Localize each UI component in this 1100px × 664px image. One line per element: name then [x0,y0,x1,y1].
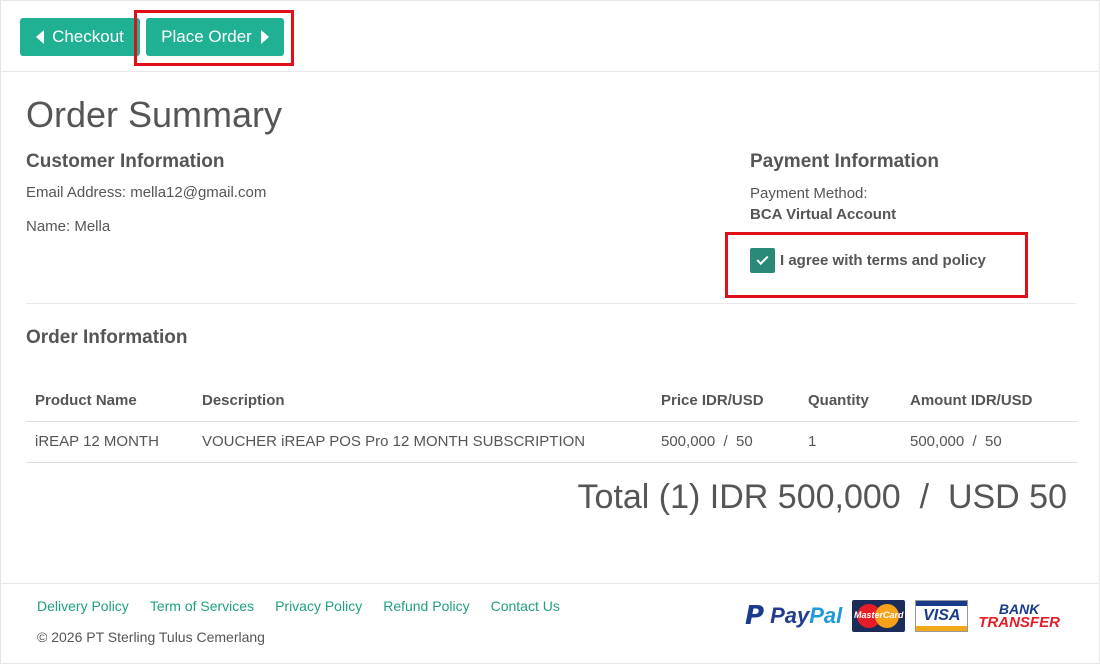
column-header-product-name: Product Name [26,380,193,422]
paypal-pal-text: Pal [809,603,843,628]
checkout-button-label: Checkout [52,27,124,46]
column-header-price: Price IDR/USD [652,380,799,422]
column-header-amount: Amount IDR/USD [901,380,1077,422]
order-info-heading: Order Information [26,327,188,348]
footer-link-delivery-policy[interactable]: Delivery Policy [37,598,129,614]
visa-logo: VISA [915,600,969,632]
column-header-description: Description [193,380,652,422]
footer: Delivery Policy Term of Services Privacy… [0,583,1100,664]
page-title: Order Summary [26,94,283,135]
column-header-quantity: Quantity [799,380,901,422]
section-divider [26,303,1076,304]
payment-logos: P PayPal MasterCard VISA BANK TRANSFER [745,600,1060,632]
footer-link-refund-policy[interactable]: Refund Policy [383,598,469,614]
payment-method-value: BCA Virtual Account [750,206,897,223]
mastercard-text: MasterCard [853,610,904,620]
caret-left-icon [36,30,45,44]
table-header-row: Product Name Description Price IDR/USD Q… [26,380,1077,422]
footer-links: Delivery Policy Term of Services Privacy… [37,598,581,614]
paypal-logo: P PayPal [745,601,842,631]
footer-link-contact-us[interactable]: Contact Us [491,598,560,614]
paypal-icon: P [745,601,765,631]
customer-email: Email Address: mella12@gmail.com [26,184,267,201]
order-total: Total (1) IDR 500,000 / USD 50 [577,478,1067,516]
customer-name: Name: Mella [26,218,111,235]
payment-method-label: Payment Method: [750,185,868,202]
cell-description: VOUCHER iREAP POS Pro 12 MONTH SUBSCRIPT… [193,421,652,463]
table-row: iREAP 12 MONTH VOUCHER iREAP POS Pro 12 … [26,421,1077,463]
top-toolbar: Checkout Place Order [0,0,1100,72]
place-order-highlight-box [134,10,294,66]
footer-link-term-of-services[interactable]: Term of Services [150,598,254,614]
cell-price: 500,000 / 50 [652,421,799,463]
cell-product-name: iREAP 12 MONTH [26,421,193,463]
bank-transfer-logo: BANK TRANSFER [978,602,1060,630]
paypal-pay-text: Pay [770,603,810,628]
customer-info-heading: Customer Information [26,151,225,172]
bank-transfer-line2: TRANSFER [978,614,1060,631]
payment-info-heading: Payment Information [750,151,939,172]
cell-amount: 500,000 / 50 [901,421,1077,463]
cell-quantity: 1 [799,421,901,463]
checkout-button[interactable]: Checkout [20,18,140,56]
mastercard-logo: MasterCard [852,600,906,632]
copyright-text: © 2026 PT Sterling Tulus Cemerlang [37,629,265,645]
footer-link-privacy-policy[interactable]: Privacy Policy [275,598,362,614]
agree-terms-highlight-box [725,232,1028,298]
visa-text: VISA [923,607,961,624]
order-table: Product Name Description Price IDR/USD Q… [26,380,1077,463]
